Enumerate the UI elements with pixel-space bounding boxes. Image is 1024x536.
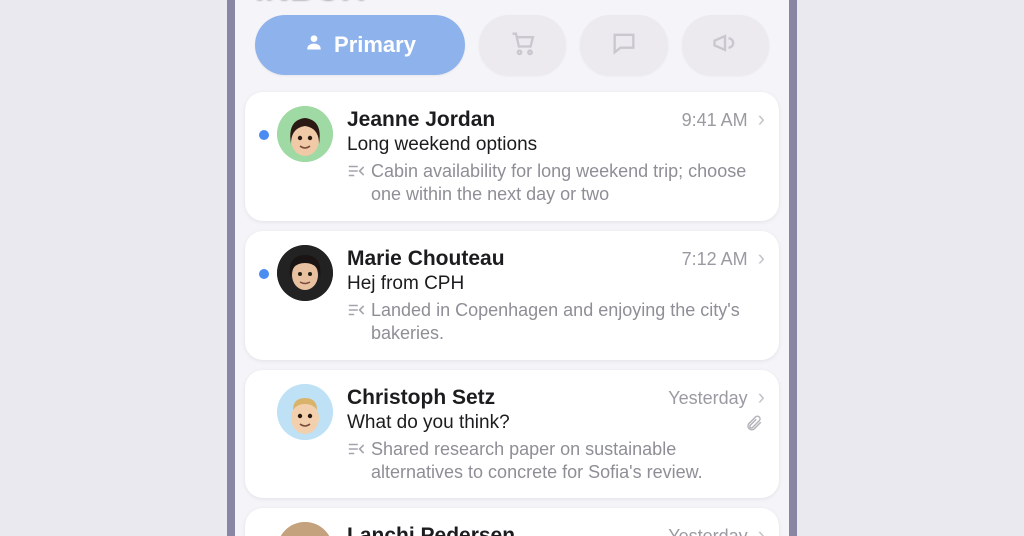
tab-shopping[interactable] <box>479 15 566 75</box>
avatar <box>277 106 333 162</box>
category-tabs: Primary <box>255 15 769 75</box>
message-subject: Long weekend options <box>347 134 765 156</box>
message-preview: Cabin availability for long weekend trip… <box>371 160 765 207</box>
chevron-right-icon: › <box>758 522 765 536</box>
message-row[interactable]: Jeanne Jordan 9:41 AM › Long weekend opt… <box>245 92 779 221</box>
avatar <box>277 245 333 301</box>
megaphone-icon <box>711 29 739 62</box>
sender-name: Marie Chouteau <box>347 247 674 271</box>
sender-name: Lanchi Pedersen <box>347 524 660 536</box>
tab-social[interactable] <box>580 15 667 75</box>
summary-icon <box>347 163 365 207</box>
message-subject: What do you think? <box>347 412 765 434</box>
message-content: Marie Chouteau 7:12 AM › Hej from CPH La… <box>347 245 765 346</box>
unread-dot <box>259 130 269 140</box>
message-row[interactable]: Marie Chouteau 7:12 AM › Hej from CPH La… <box>245 231 779 360</box>
message-time: Yesterday <box>668 388 747 409</box>
message-content: Jeanne Jordan 9:41 AM › Long weekend opt… <box>347 106 765 207</box>
message-content: Lanchi Pedersen Yesterday › <box>347 522 765 536</box>
tab-promotions[interactable] <box>682 15 769 75</box>
message-time: 9:41 AM <box>682 110 748 131</box>
avatar <box>277 522 333 536</box>
chat-icon <box>610 29 638 62</box>
unread-dot <box>259 269 269 279</box>
message-time: Yesterday <box>668 526 747 536</box>
avatar <box>277 384 333 440</box>
sender-name: Christoph Setz <box>347 386 660 410</box>
summary-icon <box>347 441 365 485</box>
message-content: Christoph Setz Yesterday › What do you t… <box>347 384 765 485</box>
cart-icon <box>509 29 537 62</box>
person-icon <box>304 32 324 58</box>
summary-icon <box>347 302 365 346</box>
message-list: Jeanne Jordan 9:41 AM › Long weekend opt… <box>245 92 779 536</box>
message-time: 7:12 AM <box>682 249 748 270</box>
message-preview: Landed in Copenhagen and enjoying the ci… <box>371 299 765 346</box>
sender-name: Jeanne Jordan <box>347 108 674 132</box>
tab-primary[interactable]: Primary <box>255 15 465 75</box>
chevron-right-icon: › <box>758 384 765 410</box>
tab-primary-label: Primary <box>334 32 416 58</box>
page-title: INBOX <box>255 0 365 9</box>
message-row[interactable]: Christoph Setz Yesterday › What do you t… <box>245 370 779 499</box>
message-preview: Shared research paper on sustainable alt… <box>371 438 765 485</box>
phone-frame: INBOX Primary <box>227 0 797 536</box>
chevron-right-icon: › <box>758 106 765 132</box>
chevron-right-icon: › <box>758 245 765 271</box>
message-subject: Hej from CPH <box>347 273 765 295</box>
paperclip-icon <box>745 414 763 437</box>
message-row[interactable]: Lanchi Pedersen Yesterday › <box>245 508 779 536</box>
